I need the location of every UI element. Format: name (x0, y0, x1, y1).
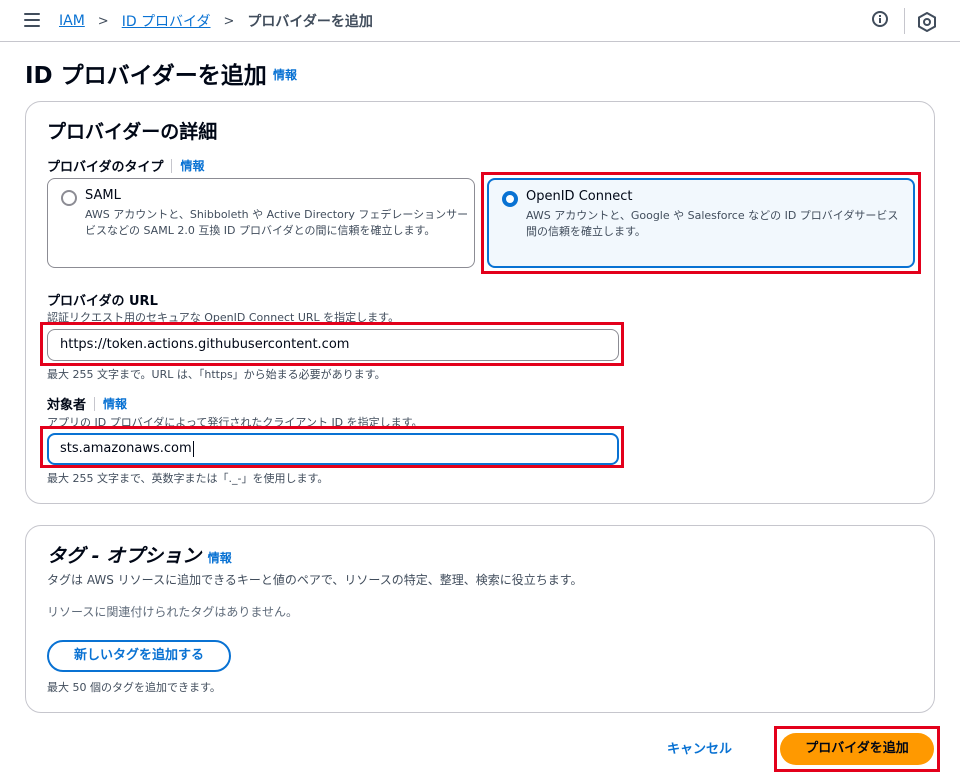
tags-title: タグ - オプション 情報 (47, 541, 232, 568)
provider-details-container: プロバイダーの詳細 プロバイダのタイプ 情報 SAML AWS アカウントと、S… (25, 101, 935, 504)
tile-openid-title: OpenID Connect (526, 189, 633, 204)
page-title: ID プロバイダーを追加 (25, 63, 267, 89)
tags-empty-state: リソースに関連付けられたタグはありません。 (47, 605, 299, 619)
hexagon-icon[interactable] (918, 12, 936, 32)
label-separator (94, 396, 96, 411)
top-bar: IAM > ID プロバイダ > プロバイダーを追加 (0, 0, 960, 42)
tile-saml-desc: AWS アカウントと、Shibboleth や Active Directory… (85, 208, 469, 237)
text-caret (192, 440, 194, 457)
tags-title-text: タグ - オプション (47, 545, 202, 567)
add-tag-button[interactable]: 新しいタグを追加する (47, 640, 231, 672)
provider-type-label: プロバイダのタイプ 情報 (47, 156, 205, 175)
add-provider-button[interactable]: プロバイダを追加 (780, 733, 934, 765)
tags-desc: タグは AWS リソースに追加できるキーと値のペアで、リソースの特定、整理、検索… (47, 573, 583, 587)
provider-url-label: プロバイダの URL (47, 294, 158, 309)
radio-icon[interactable] (502, 191, 518, 207)
info-circle-icon[interactable] (872, 11, 888, 27)
audience-info-link[interactable]: 情報 (103, 395, 127, 412)
radio-icon[interactable] (61, 190, 77, 206)
audience-desc: アプリの ID プロバイダによって発行されたクライアント ID を指定します。 (47, 416, 423, 429)
tile-openid-desc: AWS アカウントと、Google や Salesforce などの ID プロ… (526, 209, 899, 238)
provider-type-label-text: プロバイダのタイプ (47, 160, 164, 175)
tile-saml[interactable]: SAML AWS アカウントと、Shibboleth や Active Dire… (47, 178, 475, 268)
breadcrumb: IAM > ID プロバイダ > プロバイダーを追加 (59, 11, 373, 31)
tags-container: タグ - オプション 情報 タグは AWS リソースに追加できるキーと値のペアで… (25, 525, 935, 713)
menu-icon[interactable] (24, 13, 40, 27)
audience-label: 対象者 情報 (47, 394, 127, 413)
chevron-right-icon: > (223, 13, 235, 29)
label-separator (171, 158, 173, 173)
divider (904, 8, 905, 34)
tags-limit-hint: 最大 50 個のタグを追加できます。 (47, 681, 221, 694)
audience-input-value: sts.amazonaws.com (60, 441, 192, 456)
audience-label-text: 対象者 (47, 398, 87, 413)
tile-openid-connect[interactable]: OpenID Connect AWS アカウントと、Google や Sales… (487, 178, 915, 268)
provider-details-title: プロバイダーの詳細 (47, 121, 218, 143)
cancel-button[interactable]: キャンセル (667, 738, 732, 757)
provider-url-desc: 認証リクエスト用のセキュアな OpenID Connect URL を指定します… (47, 311, 400, 324)
page-info-link[interactable]: 情報 (273, 66, 297, 83)
audience-input[interactable]: sts.amazonaws.com (47, 433, 619, 465)
breadcrumb-iam[interactable]: IAM (59, 13, 85, 29)
provider-url-input[interactable]: https://token.actions.githubusercontent.… (47, 329, 619, 361)
breadcrumb-id-providers[interactable]: ID プロバイダ (122, 11, 211, 31)
provider-url-hint: 最大 255 文字まで。URL は、「https」から始まる必要があります。 (47, 368, 386, 381)
tile-saml-title: SAML (85, 188, 121, 203)
audience-hint: 最大 255 文字まで、英数字または「._-」を使用します。 (47, 472, 329, 485)
provider-type-info-link[interactable]: 情報 (180, 157, 204, 174)
tags-info-link[interactable]: 情報 (208, 551, 232, 565)
chevron-right-icon: > (97, 13, 109, 29)
breadcrumb-current: プロバイダーを追加 (247, 14, 373, 30)
